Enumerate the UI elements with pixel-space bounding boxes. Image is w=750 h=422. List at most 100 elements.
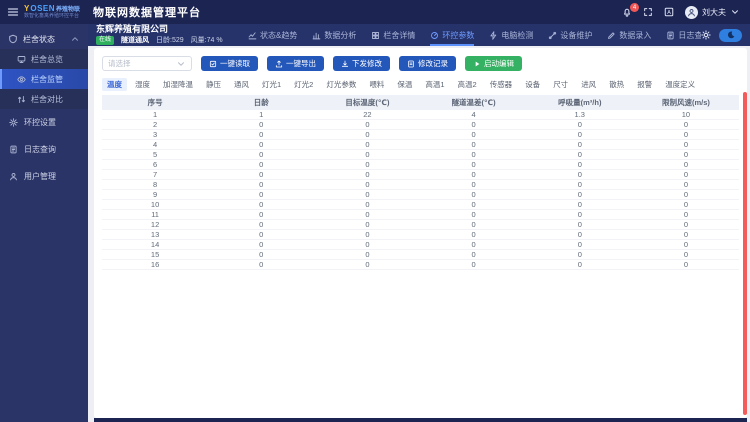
chip-15[interactable]: 进风 — [576, 78, 601, 91]
table-cell: 0 — [577, 240, 582, 249]
chip-8[interactable]: 喂料 — [364, 78, 389, 91]
play-button[interactable]: 启动编辑 — [465, 56, 522, 71]
table-cell: 0 — [259, 230, 264, 239]
chip-5[interactable]: 灯光1 — [257, 78, 286, 91]
log-icon — [666, 31, 675, 40]
sidebar-item-gear[interactable]: 环控设置 — [0, 109, 88, 136]
sidebar-item-watch[interactable]: 栏舍监管 — [0, 69, 88, 89]
online-status-badge: 在线 — [96, 35, 115, 45]
tab-label: 电脑检测 — [501, 30, 534, 40]
tab-bolt[interactable]: 电脑检测 — [489, 24, 533, 46]
theme-toggle[interactable] — [719, 28, 742, 42]
table-scrollbar[interactable] — [743, 92, 747, 415]
sidebar-group-pen-status[interactable]: 栏舍状态 — [0, 29, 88, 49]
table-cell: 0 — [471, 190, 476, 199]
sidebar-item-label: 环控设置 — [24, 118, 56, 127]
select-caret-icon — [176, 59, 186, 69]
tab-log[interactable]: 日志查询 — [666, 24, 701, 46]
table-cell: 0 — [683, 220, 689, 229]
app-root: Y OSEN 养殖物联 数智化畜禽养殖环控平台 物联网数据管理平台 4 A 刘大… — [0, 0, 750, 422]
chip-14[interactable]: 尺寸 — [548, 78, 573, 91]
language-icon[interactable]: A — [664, 7, 674, 17]
chip-16[interactable]: 散热 — [604, 78, 629, 91]
tab-label: 日志查询 — [678, 30, 701, 40]
log-icon — [9, 145, 18, 154]
chip-4[interactable]: 通风 — [229, 78, 254, 91]
table-cell: 5 — [153, 150, 158, 159]
chip-13[interactable]: 设备 — [520, 78, 545, 91]
table-cell: 0 — [259, 190, 264, 199]
notification-bell-icon[interactable]: 4 — [622, 3, 639, 17]
table-cell: 0 — [471, 210, 476, 219]
ventilation-mode: 隧道通风 — [121, 37, 150, 45]
sidebar-item-label: 栏舍监管 — [31, 74, 63, 84]
chip-2[interactable]: 加湿降温 — [158, 78, 198, 91]
chip-0[interactable]: 温度 — [102, 77, 127, 91]
avatar — [685, 5, 698, 19]
tab-trend[interactable]: 状态&趋势 — [248, 24, 297, 46]
tab-detail[interactable]: 栏舍详情 — [371, 24, 415, 46]
menu-toggle-icon[interactable] — [7, 6, 19, 18]
table-cell: 0 — [577, 150, 582, 159]
download-button[interactable]: 下发修改 — [333, 56, 390, 71]
watch-icon — [17, 75, 26, 84]
table-cell: 0 — [259, 250, 264, 259]
table-row: 7 0 0 0 0 0 — [102, 170, 739, 180]
parameters-table: 序号 日龄 目标温度(℃) 隧道温差(℃) 呼吸量(m³/h) 限制风速(m/s) 112… — [102, 95, 739, 418]
table-cell: 0 — [365, 240, 370, 249]
play-icon — [473, 60, 481, 68]
chip-17[interactable]: 报警 — [632, 78, 657, 91]
chip-10[interactable]: 高温1 — [420, 78, 449, 91]
chip-3[interactable]: 静压 — [201, 78, 226, 91]
farm-name: 东辉养殖有限公司 — [96, 23, 169, 34]
tab-analysis[interactable]: 数据分析 — [312, 24, 356, 46]
column-header: 日龄 — [253, 98, 269, 107]
sidebar-item-user[interactable]: 用户管理 — [0, 163, 88, 190]
dial-icon — [430, 31, 439, 40]
chip-1[interactable]: 湿度 — [130, 78, 155, 91]
table-cell: 0 — [683, 170, 689, 179]
table-row: 15 0 0 0 0 0 — [102, 250, 739, 260]
record-button[interactable]: 修改记录 — [399, 56, 456, 71]
table-cell: 6 — [153, 160, 158, 169]
chip-9[interactable]: 保温 — [392, 78, 417, 91]
table-cell: 0 — [683, 140, 689, 149]
wrench-icon — [548, 31, 557, 40]
table-cell: 16 — [150, 260, 160, 269]
chip-6[interactable]: 灯光2 — [289, 78, 318, 91]
table-cell: 0 — [577, 260, 582, 269]
settings-gear-icon[interactable] — [701, 30, 711, 40]
chip-18[interactable]: 温度定义 — [660, 78, 700, 91]
sidebar-item-label: 用户管理 — [24, 172, 56, 181]
read-icon — [209, 60, 217, 68]
read-button[interactable]: 一键读取 — [201, 56, 258, 71]
tab-dial[interactable]: 环控参数 — [430, 24, 475, 46]
table-cell: 14 — [150, 240, 160, 249]
chip-7[interactable]: 灯光参数 — [321, 78, 361, 91]
table-cell: 0 — [259, 200, 264, 209]
pen-select[interactable]: 请选择 — [102, 56, 192, 71]
chip-11[interactable]: 高温2 — [453, 78, 482, 91]
tab-wrench[interactable]: 设备维护 — [548, 24, 592, 46]
fullscreen-icon[interactable] — [643, 7, 653, 17]
compare-icon — [17, 95, 26, 104]
table-cell: 0 — [365, 220, 370, 229]
top-header: Y OSEN 养殖物联 数智化畜禽养殖环控平台 物联网数据管理平台 4 A 刘大… — [0, 0, 750, 24]
sidebar-group-label: 栏舍状态 — [23, 34, 55, 44]
export-button[interactable]: 一键导出 — [267, 56, 324, 71]
button-label: 一键导出 — [286, 59, 316, 68]
table-cell: 1 — [259, 110, 264, 119]
chip-12[interactable]: 传感器 — [485, 78, 518, 91]
tab-entry[interactable]: 数据录入 — [607, 24, 651, 46]
tab-label: 数据分析 — [324, 30, 357, 40]
sidebar-item-monitor[interactable]: 栏舍总览 — [0, 49, 88, 69]
table-cell: 0 — [683, 200, 689, 209]
sidebar-item-compare[interactable]: 栏舍对比 — [0, 89, 88, 109]
table-row: 12 0 0 0 0 0 — [102, 220, 739, 230]
table-cell: 0 — [471, 220, 476, 229]
user-menu[interactable]: 刘大夫 — [685, 5, 740, 19]
table-row: 11 0 0 0 0 0 — [102, 210, 739, 220]
sidebar-item-log[interactable]: 日志查询 — [0, 136, 88, 163]
export-icon — [275, 60, 283, 68]
detail-icon — [371, 31, 380, 40]
